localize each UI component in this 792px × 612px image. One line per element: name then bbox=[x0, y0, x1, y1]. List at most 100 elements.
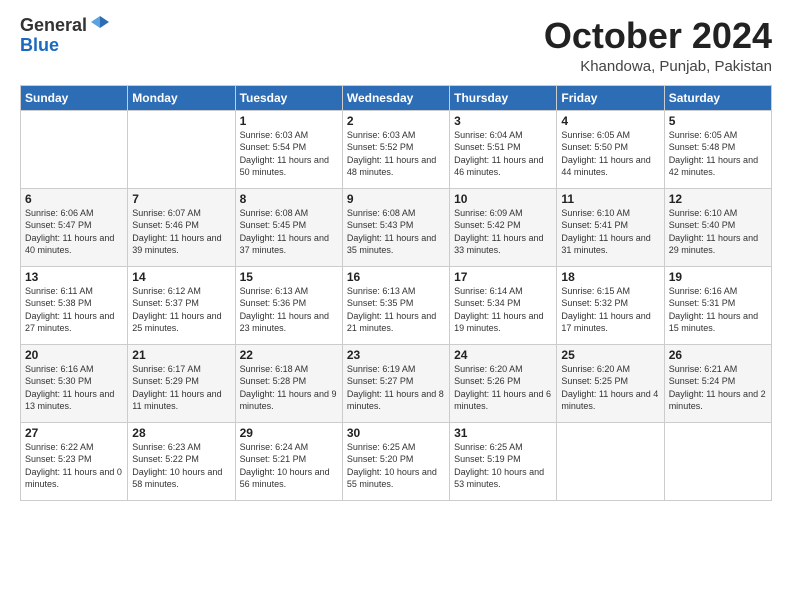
header: General Blue October 2024 Khandowa, Punj… bbox=[20, 16, 772, 75]
day-number: 13 bbox=[25, 270, 123, 284]
day-info: Sunrise: 6:15 AMSunset: 5:32 PMDaylight:… bbox=[561, 285, 659, 335]
day-number: 20 bbox=[25, 348, 123, 362]
weekday-header: Wednesday bbox=[342, 85, 449, 110]
calendar-cell bbox=[664, 422, 771, 500]
calendar-row: 13Sunrise: 6:11 AMSunset: 5:38 PMDayligh… bbox=[21, 266, 772, 344]
day-info: Sunrise: 6:20 AMSunset: 5:25 PMDaylight:… bbox=[561, 363, 659, 413]
calendar-cell: 10Sunrise: 6:09 AMSunset: 5:42 PMDayligh… bbox=[450, 188, 557, 266]
logo: General Blue bbox=[20, 16, 111, 56]
day-number: 5 bbox=[669, 114, 767, 128]
day-info: Sunrise: 6:10 AMSunset: 5:41 PMDaylight:… bbox=[561, 207, 659, 257]
day-number: 7 bbox=[132, 192, 230, 206]
day-number: 12 bbox=[669, 192, 767, 206]
day-info: Sunrise: 6:08 AMSunset: 5:45 PMDaylight:… bbox=[240, 207, 338, 257]
calendar-cell: 30Sunrise: 6:25 AMSunset: 5:20 PMDayligh… bbox=[342, 422, 449, 500]
day-number: 14 bbox=[132, 270, 230, 284]
calendar-cell: 15Sunrise: 6:13 AMSunset: 5:36 PMDayligh… bbox=[235, 266, 342, 344]
calendar-cell: 23Sunrise: 6:19 AMSunset: 5:27 PMDayligh… bbox=[342, 344, 449, 422]
day-number: 27 bbox=[25, 426, 123, 440]
calendar-cell: 21Sunrise: 6:17 AMSunset: 5:29 PMDayligh… bbox=[128, 344, 235, 422]
day-number: 25 bbox=[561, 348, 659, 362]
calendar-cell: 12Sunrise: 6:10 AMSunset: 5:40 PMDayligh… bbox=[664, 188, 771, 266]
weekday-header: Tuesday bbox=[235, 85, 342, 110]
day-info: Sunrise: 6:24 AMSunset: 5:21 PMDaylight:… bbox=[240, 441, 338, 491]
calendar-cell: 18Sunrise: 6:15 AMSunset: 5:32 PMDayligh… bbox=[557, 266, 664, 344]
day-info: Sunrise: 6:03 AMSunset: 5:52 PMDaylight:… bbox=[347, 129, 445, 179]
page: General Blue October 2024 Khandowa, Punj… bbox=[0, 0, 792, 612]
header-row: SundayMondayTuesdayWednesdayThursdayFrid… bbox=[21, 85, 772, 110]
day-number: 1 bbox=[240, 114, 338, 128]
calendar-cell: 31Sunrise: 6:25 AMSunset: 5:19 PMDayligh… bbox=[450, 422, 557, 500]
calendar-cell: 26Sunrise: 6:21 AMSunset: 5:24 PMDayligh… bbox=[664, 344, 771, 422]
calendar-cell bbox=[21, 110, 128, 188]
day-info: Sunrise: 6:13 AMSunset: 5:35 PMDaylight:… bbox=[347, 285, 445, 335]
calendar-cell: 13Sunrise: 6:11 AMSunset: 5:38 PMDayligh… bbox=[21, 266, 128, 344]
day-info: Sunrise: 6:06 AMSunset: 5:47 PMDaylight:… bbox=[25, 207, 123, 257]
logo-general: General bbox=[20, 16, 87, 36]
day-info: Sunrise: 6:18 AMSunset: 5:28 PMDaylight:… bbox=[240, 363, 338, 413]
day-info: Sunrise: 6:07 AMSunset: 5:46 PMDaylight:… bbox=[132, 207, 230, 257]
day-number: 10 bbox=[454, 192, 552, 206]
day-info: Sunrise: 6:25 AMSunset: 5:19 PMDaylight:… bbox=[454, 441, 552, 491]
calendar-cell: 25Sunrise: 6:20 AMSunset: 5:25 PMDayligh… bbox=[557, 344, 664, 422]
day-info: Sunrise: 6:14 AMSunset: 5:34 PMDaylight:… bbox=[454, 285, 552, 335]
calendar-cell: 7Sunrise: 6:07 AMSunset: 5:46 PMDaylight… bbox=[128, 188, 235, 266]
day-info: Sunrise: 6:11 AMSunset: 5:38 PMDaylight:… bbox=[25, 285, 123, 335]
day-info: Sunrise: 6:16 AMSunset: 5:31 PMDaylight:… bbox=[669, 285, 767, 335]
calendar-cell: 22Sunrise: 6:18 AMSunset: 5:28 PMDayligh… bbox=[235, 344, 342, 422]
calendar-cell: 1Sunrise: 6:03 AMSunset: 5:54 PMDaylight… bbox=[235, 110, 342, 188]
calendar-cell: 4Sunrise: 6:05 AMSunset: 5:50 PMDaylight… bbox=[557, 110, 664, 188]
day-info: Sunrise: 6:16 AMSunset: 5:30 PMDaylight:… bbox=[25, 363, 123, 413]
calendar-cell: 14Sunrise: 6:12 AMSunset: 5:37 PMDayligh… bbox=[128, 266, 235, 344]
calendar-row: 1Sunrise: 6:03 AMSunset: 5:54 PMDaylight… bbox=[21, 110, 772, 188]
day-number: 18 bbox=[561, 270, 659, 284]
day-number: 3 bbox=[454, 114, 552, 128]
day-info: Sunrise: 6:21 AMSunset: 5:24 PMDaylight:… bbox=[669, 363, 767, 413]
calendar-cell: 6Sunrise: 6:06 AMSunset: 5:47 PMDaylight… bbox=[21, 188, 128, 266]
day-info: Sunrise: 6:19 AMSunset: 5:27 PMDaylight:… bbox=[347, 363, 445, 413]
calendar-cell: 19Sunrise: 6:16 AMSunset: 5:31 PMDayligh… bbox=[664, 266, 771, 344]
day-number: 30 bbox=[347, 426, 445, 440]
calendar-row: 20Sunrise: 6:16 AMSunset: 5:30 PMDayligh… bbox=[21, 344, 772, 422]
calendar-cell: 20Sunrise: 6:16 AMSunset: 5:30 PMDayligh… bbox=[21, 344, 128, 422]
weekday-header: Sunday bbox=[21, 85, 128, 110]
day-number: 17 bbox=[454, 270, 552, 284]
calendar-cell: 9Sunrise: 6:08 AMSunset: 5:43 PMDaylight… bbox=[342, 188, 449, 266]
day-info: Sunrise: 6:05 AMSunset: 5:50 PMDaylight:… bbox=[561, 129, 659, 179]
calendar-cell: 2Sunrise: 6:03 AMSunset: 5:52 PMDaylight… bbox=[342, 110, 449, 188]
calendar-cell: 3Sunrise: 6:04 AMSunset: 5:51 PMDaylight… bbox=[450, 110, 557, 188]
month-title: October 2024 bbox=[544, 16, 772, 56]
calendar-cell bbox=[557, 422, 664, 500]
day-number: 16 bbox=[347, 270, 445, 284]
day-info: Sunrise: 6:13 AMSunset: 5:36 PMDaylight:… bbox=[240, 285, 338, 335]
weekday-header: Friday bbox=[557, 85, 664, 110]
day-info: Sunrise: 6:09 AMSunset: 5:42 PMDaylight:… bbox=[454, 207, 552, 257]
day-number: 9 bbox=[347, 192, 445, 206]
logo-blue: Blue bbox=[20, 35, 59, 55]
day-number: 21 bbox=[132, 348, 230, 362]
location-title: Khandowa, Punjab, Pakistan bbox=[544, 58, 772, 75]
day-info: Sunrise: 6:10 AMSunset: 5:40 PMDaylight:… bbox=[669, 207, 767, 257]
calendar-cell: 11Sunrise: 6:10 AMSunset: 5:41 PMDayligh… bbox=[557, 188, 664, 266]
day-info: Sunrise: 6:20 AMSunset: 5:26 PMDaylight:… bbox=[454, 363, 552, 413]
logo-line1: General bbox=[20, 16, 111, 36]
calendar-cell: 27Sunrise: 6:22 AMSunset: 5:23 PMDayligh… bbox=[21, 422, 128, 500]
day-number: 28 bbox=[132, 426, 230, 440]
day-info: Sunrise: 6:25 AMSunset: 5:20 PMDaylight:… bbox=[347, 441, 445, 491]
day-info: Sunrise: 6:03 AMSunset: 5:54 PMDaylight:… bbox=[240, 129, 338, 179]
calendar-cell: 29Sunrise: 6:24 AMSunset: 5:21 PMDayligh… bbox=[235, 422, 342, 500]
calendar-row: 6Sunrise: 6:06 AMSunset: 5:47 PMDaylight… bbox=[21, 188, 772, 266]
calendar-cell: 17Sunrise: 6:14 AMSunset: 5:34 PMDayligh… bbox=[450, 266, 557, 344]
weekday-header: Thursday bbox=[450, 85, 557, 110]
day-number: 22 bbox=[240, 348, 338, 362]
day-number: 26 bbox=[669, 348, 767, 362]
logo-text-block: General Blue bbox=[20, 16, 111, 56]
day-info: Sunrise: 6:23 AMSunset: 5:22 PMDaylight:… bbox=[132, 441, 230, 491]
logo-flag-icon bbox=[89, 14, 111, 36]
calendar-table: SundayMondayTuesdayWednesdayThursdayFrid… bbox=[20, 85, 772, 501]
title-block: October 2024 Khandowa, Punjab, Pakistan bbox=[544, 16, 772, 75]
day-number: 2 bbox=[347, 114, 445, 128]
day-number: 24 bbox=[454, 348, 552, 362]
weekday-header: Monday bbox=[128, 85, 235, 110]
calendar-cell: 5Sunrise: 6:05 AMSunset: 5:48 PMDaylight… bbox=[664, 110, 771, 188]
